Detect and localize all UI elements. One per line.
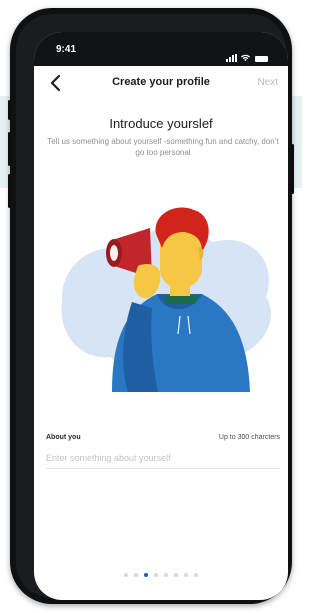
- status-bar: 9:41: [34, 32, 288, 66]
- status-icons: [226, 44, 268, 62]
- volume-down-button: [8, 174, 11, 208]
- about-label: About you: [46, 434, 81, 441]
- wifi-icon: [241, 54, 250, 62]
- battery-icon: [255, 56, 268, 62]
- page-dot-active: [144, 573, 148, 577]
- page-dot: [124, 573, 128, 577]
- page-dot: [174, 573, 178, 577]
- page-dot: [164, 573, 168, 577]
- phone-frame: 9:41 Create your profile Next Introduce …: [8, 8, 294, 604]
- page-dot: [154, 573, 158, 577]
- next-button[interactable]: Next: [257, 77, 278, 88]
- signal-bars-icon: [226, 44, 238, 62]
- nav-bar: Create your profile Next: [34, 66, 288, 102]
- page-indicator: [34, 573, 288, 577]
- status-time: 9:41: [56, 44, 77, 55]
- person-with-megaphone-illustration: [61, 207, 271, 392]
- page-dot: [134, 573, 138, 577]
- page-dot: [194, 573, 198, 577]
- app-screen: 9:41 Create your profile Next Introduce …: [34, 32, 288, 600]
- page-title: Create your profile: [112, 76, 210, 88]
- mute-switch: [8, 100, 11, 120]
- power-button: [291, 144, 294, 194]
- about-input[interactable]: [46, 448, 280, 469]
- intro-heading: Introduce yourslef: [109, 116, 213, 131]
- char-limit-label: Up to 300 charcters: [218, 434, 280, 441]
- intro-subtext: Tell us something about yourself -someth…: [47, 137, 279, 157]
- page-dot: [184, 573, 188, 577]
- volume-up-button: [8, 132, 11, 166]
